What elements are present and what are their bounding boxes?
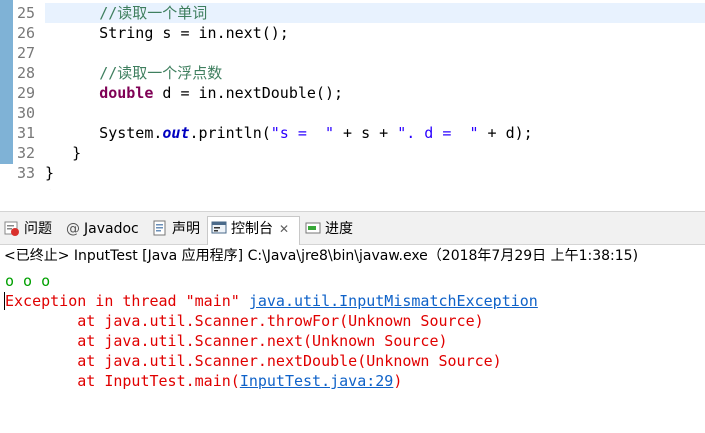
code-line[interactable] (45, 43, 705, 63)
console-input-echo: o o o (5, 272, 51, 290)
code-token: String s = in.next(); (45, 24, 289, 42)
line-number: 25 (17, 4, 36, 22)
stack-frame: at java.util.Scanner.throwFor(Unknown So… (5, 312, 484, 330)
line-number: 29 (17, 84, 36, 102)
code-token: + d); (478, 124, 533, 142)
exception-class-link[interactable]: java.util.InputMismatchException (249, 292, 538, 310)
code-token-comment: //读取一个单词 (99, 4, 208, 22)
line-number: 30 (17, 104, 36, 122)
code-line[interactable]: String s = in.next(); (45, 23, 705, 43)
code-line[interactable]: System.out.println("s = " + s + ". d = "… (45, 123, 705, 143)
code-token: .println( (189, 124, 271, 142)
at-icon: @ (66, 221, 80, 237)
horizontal-scrollbar[interactable]: < (40, 186, 705, 190)
scroll-left-icon[interactable]: < (40, 186, 52, 190)
line-number: 26 (17, 24, 36, 42)
code-area[interactable]: //读取一个单词 String s = in.next(); //读取一个浮点数… (45, 3, 705, 183)
frame-suffix: ) (393, 372, 403, 390)
tab-progress[interactable]: 进度 (305, 217, 353, 241)
code-token-str: ". d = " (397, 124, 479, 142)
view-tab-bar: 问题 @ Javadoc 声明 控制台 ✕ 进度 (0, 211, 705, 245)
tab-label: 控制台 (231, 221, 273, 237)
code-token: } (45, 144, 82, 162)
code-line[interactable]: //读取一个单词 (45, 3, 705, 23)
declaration-icon (153, 220, 166, 236)
code-line[interactable] (45, 103, 705, 123)
stack-frame: at java.util.Scanner.next(Unknown Source… (5, 332, 448, 350)
tab-declaration[interactable]: 声明 (152, 217, 200, 241)
line-number: 32 (17, 144, 36, 162)
code-token-str: "s = " (270, 124, 334, 142)
code-token-kw: double (99, 84, 154, 102)
exception-prefix: Exception in thread "main" (5, 292, 249, 310)
line-number: 28 (17, 64, 36, 82)
text-caret (4, 292, 5, 310)
code-token: } (45, 164, 55, 182)
code-line[interactable]: } (45, 163, 705, 183)
line-number: 33 (17, 164, 36, 182)
bottom-views-panel: 问题 @ Javadoc 声明 控制台 ✕ 进度 <已终止> InputTest… (0, 211, 705, 433)
exception-line: Exception in thread "main" java.util.Inp… (0, 291, 705, 311)
tab-problems[interactable]: 问题 (4, 217, 52, 241)
tab-label: 进度 (325, 221, 353, 237)
tab-label: 声明 (172, 221, 200, 237)
code-line[interactable]: } (45, 143, 705, 163)
frame-prefix: at InputTest.main( (5, 372, 240, 390)
code-token-field: out (162, 124, 190, 142)
code-token: System. (45, 124, 163, 142)
code-line[interactable]: double d = in.nextDouble(); (45, 83, 705, 103)
editor-overview-ruler (0, 0, 13, 164)
console-icon (211, 221, 227, 234)
line-number: 27 (17, 44, 36, 62)
console-output[interactable]: o o o Exception in thread "main" java.ut… (0, 271, 705, 391)
console-status-header: <已终止> InputTest [Java 应用程序] C:\Java\jre8… (4, 248, 639, 264)
stack-frame-main: at InputTest.main(InputTest.java:29) (0, 371, 705, 391)
code-token-comment: //读取一个浮点数 (99, 64, 223, 82)
code-token: d = in.nextDouble(); (153, 84, 344, 102)
tab-label: 问题 (24, 221, 52, 237)
tab-console[interactable]: 控制台 ✕ (207, 216, 300, 245)
code-line[interactable]: //读取一个浮点数 (45, 63, 705, 83)
code-token: + s + (334, 124, 398, 142)
tab-javadoc[interactable]: @ Javadoc (66, 217, 139, 241)
stack-frame: at java.util.Scanner.nextDouble(Unknown … (5, 352, 502, 370)
source-location-link[interactable]: InputTest.java:29 (240, 372, 394, 390)
progress-icon (305, 222, 321, 234)
close-icon[interactable]: ✕ (279, 222, 289, 236)
problems-icon (4, 221, 19, 236)
tab-label: Javadoc (84, 221, 139, 237)
line-number: 31 (17, 124, 36, 142)
code-editor[interactable]: 25 26 27 28 29 30 31 32 33 //读取一个单词 String s = i… (0, 0, 705, 190)
line-number-gutter: 25 26 27 28 29 30 31 32 33 (15, 3, 45, 183)
